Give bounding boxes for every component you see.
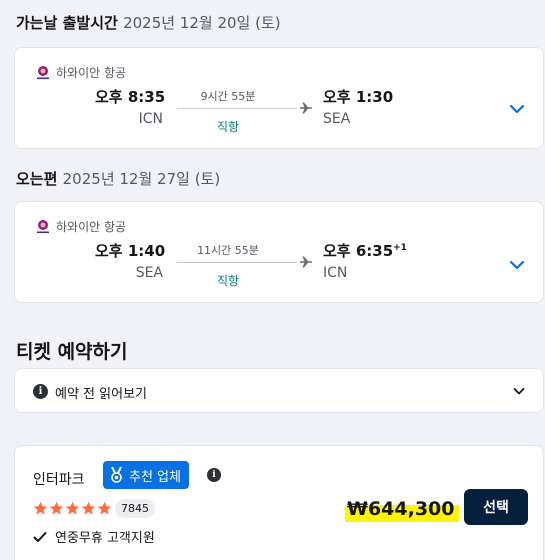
departure-time: 오후 8:35 (95, 88, 166, 106)
inbound-airline: 하와이안 항공 (35, 218, 126, 235)
departure-airport-code: ICN (138, 111, 163, 127)
arrival-airport-code: ICN (323, 265, 348, 281)
star-icon (81, 501, 96, 515)
info-icon[interactable]: i (207, 468, 221, 482)
inbound-title: 오는편 (16, 170, 58, 188)
inbound-date: 2025년 12월 27일 (토) (62, 170, 221, 188)
outbound-section-title: 가는날 출발시간 2025년 12월 20일 (토) (16, 12, 281, 33)
arrival-time-wrap: 오후 6:35+1 (323, 240, 407, 261)
inbound-section-title: 오는편 2025년 12월 27일 (토) (16, 168, 220, 189)
chevron-down-icon[interactable] (511, 383, 527, 399)
flight-duration: 9시간 55분 (200, 90, 256, 103)
hawaiian-airlines-logo-icon (35, 65, 51, 81)
direct-flight-label: 직항 (216, 274, 240, 288)
airline-name: 하와이안 항공 (56, 66, 127, 80)
info-icon: i (33, 384, 48, 399)
arrival-time: 오후 6:35 (323, 242, 394, 260)
airline-name: 하와이안 항공 (56, 220, 127, 234)
inbound-flight-card[interactable]: 하와이안 항공 오후 1:40 SEA 11시간 55분 직항 오후 6:35+… (14, 201, 544, 303)
star-rating (33, 501, 113, 516)
badge-label: 추천 업체 (129, 469, 181, 485)
flight-duration: 11시간 55분 (197, 244, 259, 257)
feature-label: 연중무휴 고객지원 (55, 531, 155, 546)
star-icon (33, 501, 48, 515)
feature-row: 연중무휴 고객지원 (33, 527, 155, 546)
provider-card: 인터파크 추천 업체 i 7845 연중무휴 고객지원 ₩644,300 선택 (14, 445, 544, 560)
departure-airport-code: SEA (135, 265, 163, 281)
price-container: ₩644,300 (345, 495, 459, 523)
plane-icon (300, 102, 312, 114)
hawaiian-airlines-logo-icon (35, 219, 51, 235)
day-offset: +1 (393, 243, 407, 253)
star-icon (49, 501, 64, 515)
chevron-down-icon[interactable] (508, 100, 526, 118)
star-icon (65, 501, 80, 515)
booking-title: 티켓 예약하기 (16, 341, 128, 363)
review-count: 7845 (115, 499, 155, 518)
plane-icon (300, 256, 312, 268)
outbound-flight-card[interactable]: 하와이안 항공 오후 8:35 ICN 9시간 55분 직항 오후 1:30 S… (14, 47, 544, 149)
arrival-time: 오후 1:30 (323, 88, 394, 106)
select-button[interactable]: 선택 (464, 489, 528, 525)
read-before-booking-accordion[interactable]: i 예약 전 읽어보기 (14, 368, 544, 413)
route-line (177, 108, 297, 109)
outbound-date: 2025년 12월 20일 (토) (123, 14, 281, 32)
recommended-badge: 추천 업체 (103, 461, 189, 489)
arrival-airport-code: SEA (323, 111, 351, 127)
outbound-title: 가는날 출발시간 (16, 14, 118, 32)
chevron-down-icon[interactable] (508, 256, 526, 274)
read-before-booking-label: 예약 전 읽어보기 (55, 387, 147, 402)
check-icon (33, 531, 47, 542)
medal-icon (111, 467, 122, 483)
direct-flight-label: 직항 (216, 120, 240, 134)
star-icon (97, 501, 112, 515)
price: ₩644,300 (347, 498, 455, 520)
departure-time: 오후 1:40 (95, 242, 166, 260)
provider-name: 인터파크 (33, 472, 85, 488)
route-line (177, 262, 297, 263)
outbound-airline: 하와이안 항공 (35, 64, 126, 81)
